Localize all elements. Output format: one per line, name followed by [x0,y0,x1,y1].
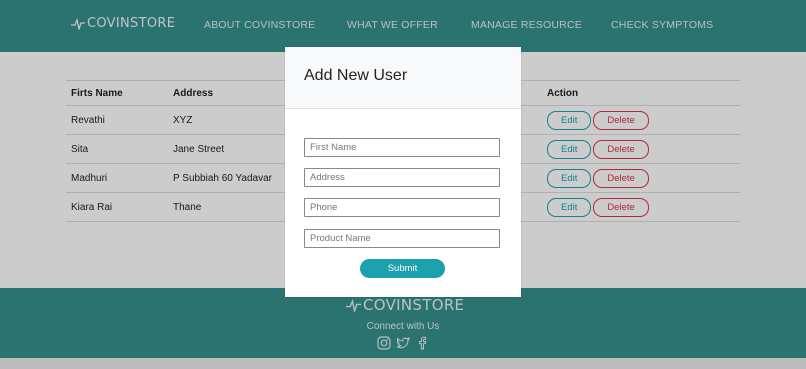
address-input[interactable] [304,168,500,187]
first-name-input[interactable] [304,138,500,157]
phone-input[interactable] [304,198,500,217]
modal-header: Add New User [285,47,521,109]
submit-button[interactable]: Submit [360,259,445,278]
modal-title: Add New User [304,67,408,84]
page: COVINSTORE ABOUT COVINSTORE WHAT WE OFFE… [0,0,806,369]
product-name-input[interactable] [304,229,500,248]
add-user-modal: Add New User Submit [285,47,521,297]
